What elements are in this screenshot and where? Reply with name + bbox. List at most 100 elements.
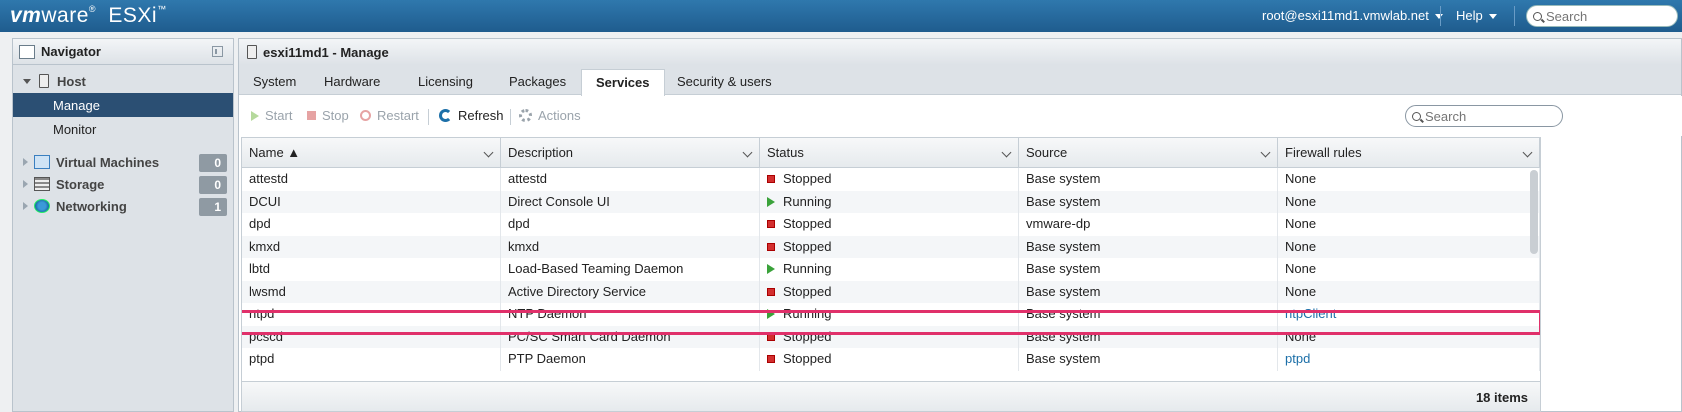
tab-hardware[interactable]: Hardware — [310, 69, 394, 95]
cell-firewall-rules[interactable]: ntpClient — [1278, 303, 1540, 326]
cell-status: Running — [760, 190, 1019, 213]
chevron-down-icon[interactable] — [742, 147, 753, 158]
count-badge: 0 — [199, 154, 227, 172]
table-row[interactable]: lwsmd Active Directory Service Stopped Base… — [242, 280, 1540, 303]
tab-system[interactable]: System — [239, 69, 310, 95]
nav-item-label: Virtual Machines — [56, 154, 160, 170]
expand-icon[interactable] — [23, 180, 28, 188]
cell-status: Stopped — [760, 348, 1019, 371]
chevron-down-icon[interactable] — [1260, 147, 1271, 158]
table-row[interactable]: kmxd kmxd Stopped Base system None — [242, 235, 1540, 258]
nav-item-monitor[interactable]: Monitor — [13, 117, 233, 141]
chevron-down-icon[interactable] — [1522, 147, 1533, 158]
nav-item-networking[interactable]: Networking 1 — [13, 195, 233, 217]
cell-status: Stopped — [760, 213, 1019, 236]
navigator-title: Navigator — [41, 44, 101, 59]
firewall-rule-label: None — [1285, 261, 1317, 276]
column-header-source[interactable]: Source — [1019, 138, 1278, 168]
column-header-firewall-rules[interactable]: Firewall rules — [1278, 138, 1540, 168]
cell-description: NTP Daemon — [501, 303, 760, 326]
nav-item-virtual-machines[interactable]: Virtual Machines 0 — [13, 151, 233, 173]
actions-button[interactable]: Actions — [519, 108, 581, 123]
running-icon — [767, 196, 775, 207]
table-row[interactable]: ntpd NTP Daemon Running Base system ntpClien… — [242, 303, 1540, 326]
firewall-rule-link[interactable]: ntpClient — [1285, 303, 1336, 326]
refresh-button[interactable]: Refresh — [439, 108, 504, 123]
cell-description: kmxd — [501, 235, 760, 258]
divider — [1514, 6, 1515, 26]
collapse-icon[interactable] — [212, 46, 223, 57]
table-body: attestd attestd Stopped Base system None DCUI… — [242, 168, 1540, 371]
cell-name: ntpd — [242, 303, 501, 326]
column-header-name[interactable]: Name ▲ — [242, 138, 501, 168]
tab-security-users[interactable]: Security & users — [663, 69, 786, 95]
status-label: Running — [783, 261, 832, 276]
column-header-status[interactable]: Status — [760, 138, 1019, 168]
cell-description: PC/SC Smart Card Daemon — [501, 325, 760, 348]
scrollbar[interactable] — [1530, 170, 1538, 254]
table-footer: 18 items — [242, 381, 1540, 411]
column-header-description[interactable]: Description — [501, 138, 760, 168]
host-icon — [39, 74, 49, 88]
tab-services[interactable]: Services — [581, 69, 665, 96]
network-icon — [34, 199, 50, 213]
nav-item-storage[interactable]: Storage 0 — [13, 173, 233, 195]
main-panel: esxi11md1 - Manage System Hardware Licen… — [238, 38, 1682, 412]
status-label: Stopped — [783, 283, 832, 299]
navigator-panel: Navigator Host Manage Monitor Virtual Ma… — [12, 38, 234, 412]
cell-description: Active Directory Service — [501, 280, 760, 303]
grid-search-input[interactable] — [1425, 108, 1551, 124]
expand-icon[interactable] — [23, 158, 28, 166]
cell-firewall-rules[interactable]: ptpd — [1278, 348, 1540, 371]
nav-host[interactable]: Host — [13, 69, 233, 93]
table-row[interactable]: ptpd PTP Daemon Stopped Base system ptpd — [242, 348, 1540, 371]
count-badge: 1 — [199, 198, 227, 216]
stopped-icon — [767, 242, 775, 251]
gear-icon — [519, 109, 532, 122]
table-header: Name ▲ Description Status Source Firewal… — [242, 138, 1540, 168]
expand-icon[interactable] — [23, 202, 28, 210]
table-row[interactable]: dpd dpd Stopped vmware-dp None — [242, 213, 1540, 236]
running-icon — [767, 264, 775, 275]
stop-label: Stop — [322, 108, 349, 123]
cell-source: Base system — [1019, 280, 1278, 303]
table-row[interactable]: lbtd Load-Based Teaming Daemon Running Base… — [242, 258, 1540, 281]
stop-button[interactable]: Stop — [307, 108, 349, 123]
restart-button[interactable]: Restart — [360, 108, 419, 123]
table-row[interactable]: DCUI Direct Console UI Running Base system N… — [242, 190, 1540, 213]
global-search-input[interactable] — [1546, 8, 1666, 24]
nav-item-label: Manage — [53, 97, 100, 113]
status-label: Running — [783, 306, 832, 321]
cell-source: Base system — [1019, 348, 1278, 371]
firewall-rule-label: None — [1285, 171, 1317, 186]
page-title: esxi11md1 - Manage — [239, 39, 1681, 65]
chevron-down-icon[interactable] — [483, 147, 494, 158]
table-row[interactable]: pcscd PC/SC Smart Card Daemon Stopped Base … — [242, 325, 1540, 348]
grid-search[interactable] — [1405, 105, 1563, 127]
chevron-down-icon[interactable] — [1001, 147, 1012, 158]
help-menu[interactable]: Help — [1456, 8, 1497, 23]
table-row[interactable]: attestd attestd Stopped Base system None — [242, 168, 1540, 191]
tab-packages[interactable]: Packages — [495, 69, 580, 95]
nav-item-manage[interactable]: Manage — [13, 93, 233, 117]
start-button[interactable]: Start — [251, 108, 292, 123]
top-bar: vmware® ESXi™ root@esxi11md1.vmwlab.net … — [0, 0, 1682, 32]
help-label: Help — [1456, 8, 1483, 23]
status-label: Stopped — [783, 351, 832, 366]
expand-icon[interactable] — [23, 78, 31, 84]
vmware-esxi-logo: vmware® ESXi™ — [10, 4, 167, 27]
navigator-icon — [19, 44, 35, 59]
cell-name: attestd — [242, 168, 501, 191]
stopped-icon — [767, 287, 775, 296]
user-menu[interactable]: root@esxi11md1.vmwlab.net — [1262, 8, 1443, 23]
global-search[interactable] — [1526, 5, 1678, 27]
cell-status: Stopped — [760, 235, 1019, 258]
count-badge: 0 — [199, 176, 227, 194]
cell-description: attestd — [501, 168, 760, 191]
firewall-rule-link[interactable]: ptpd — [1285, 348, 1310, 371]
user-label: root@esxi11md1.vmwlab.net — [1262, 8, 1429, 23]
cell-firewall-rules: None — [1278, 325, 1540, 348]
item-count: 18 items — [1475, 390, 1528, 405]
cell-name: ptpd — [242, 348, 501, 371]
tab-licensing[interactable]: Licensing — [404, 69, 487, 95]
